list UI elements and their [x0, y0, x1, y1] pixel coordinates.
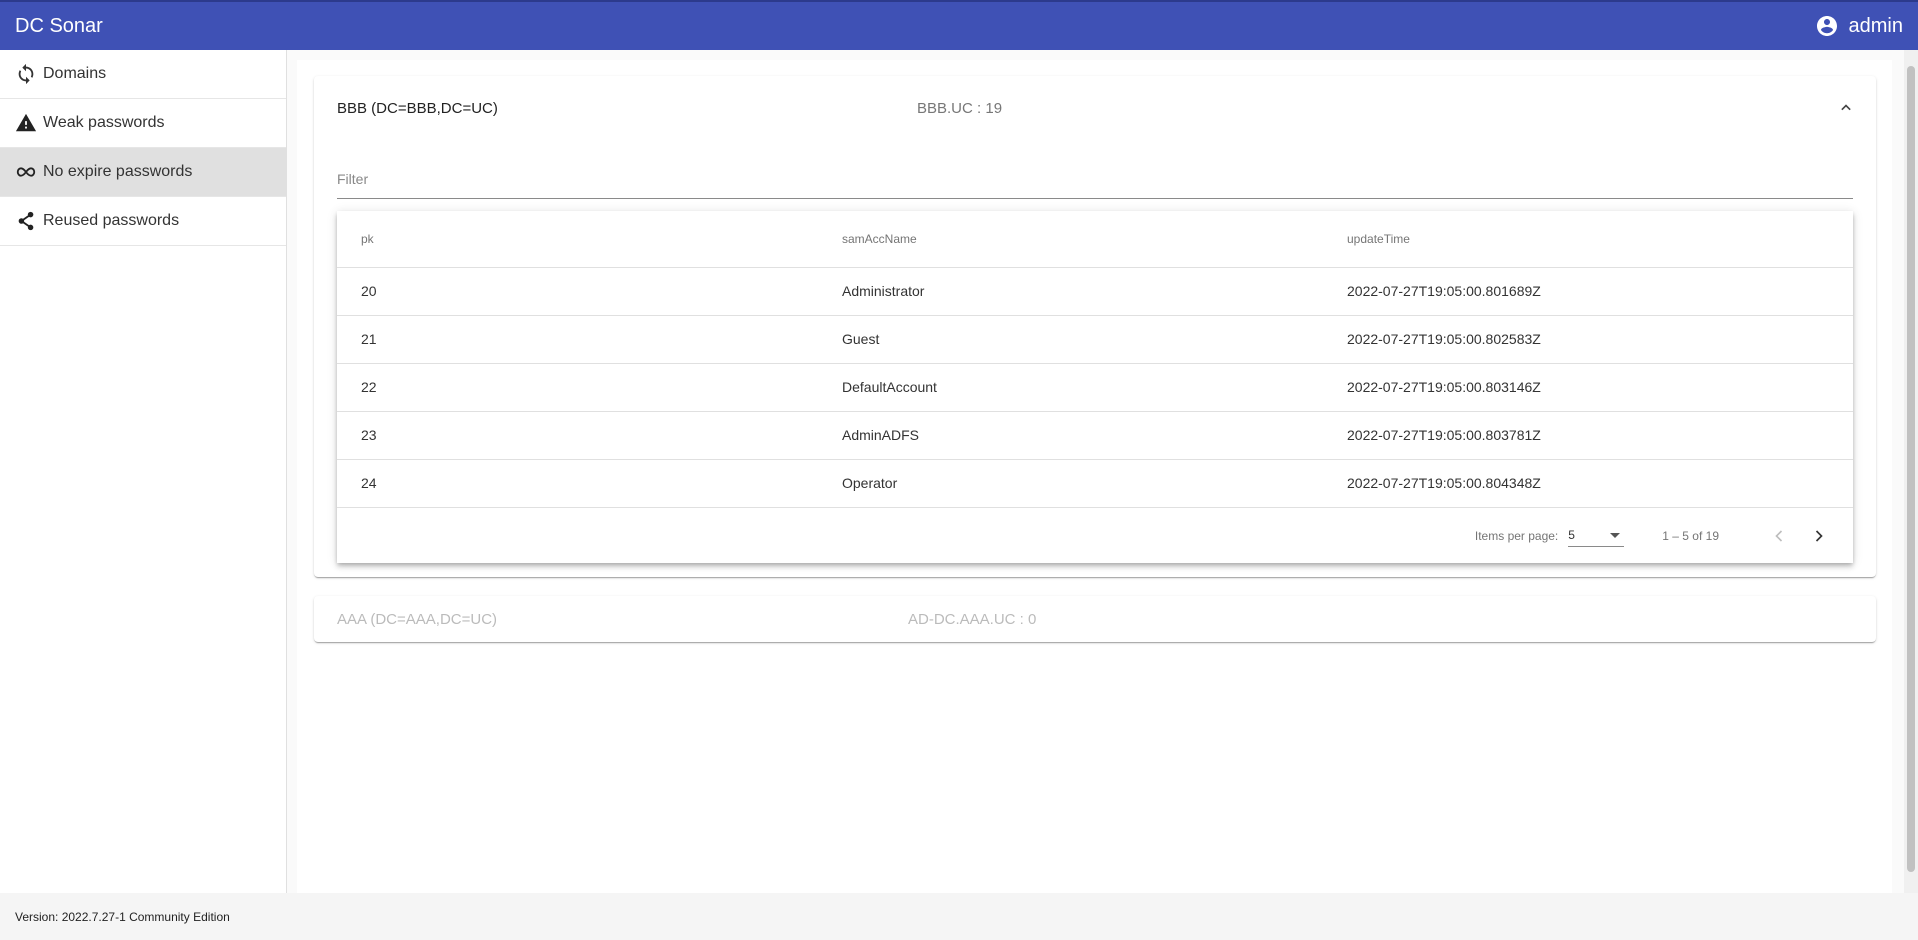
next-page-button[interactable] [1799, 516, 1839, 556]
cell-updatetime: 2022-07-27T19:05:00.803146Z [1323, 363, 1853, 412]
infinity-icon [15, 161, 37, 183]
cell-samaccname: DefaultAccount [818, 363, 1323, 412]
cell-samaccname: Guest [818, 315, 1323, 364]
sidebar-item-label: Reused passwords [43, 212, 180, 229]
scrollbar-thumb[interactable] [1907, 66, 1915, 872]
panel-title: AAA (DC=AAA,DC=UC) [337, 610, 498, 628]
panel-title: BBB (DC=BBB,DC=UC) [337, 99, 498, 117]
column-header-samaccname: samAccName [818, 211, 1323, 268]
cell-pk: 22 [337, 363, 818, 412]
sidebar-item-domains[interactable]: Domains [0, 50, 286, 99]
table-row[interactable]: 24 Operator 2022-07-27T19:05:00.804348Z [337, 459, 1853, 508]
table-row[interactable]: 22 DefaultAccount 2022-07-27T19:05:00.80… [337, 363, 1853, 412]
account-circle-icon [1816, 16, 1837, 36]
domain-panel-aaa: AAA (DC=AAA,DC=UC) AD-DC.AAA.UC : 0 [314, 596, 1876, 642]
sync-icon [15, 63, 37, 85]
paginator-range: 1 – 5 of 19 [1662, 528, 1719, 543]
cell-updatetime: 2022-07-27T19:05:00.804348Z [1323, 459, 1853, 508]
items-per-page-select[interactable]: 5 [1568, 525, 1625, 547]
cell-pk: 20 [337, 267, 818, 316]
chevron-up-icon[interactable] [1836, 98, 1856, 118]
sidebar-item-label: Domains [43, 65, 107, 82]
version-text: Version: 2022.7.27-1 Community Edition [15, 909, 230, 924]
chevron-left-icon [1775, 529, 1783, 542]
user-menu[interactable]: admin [1815, 14, 1903, 38]
column-header-updatetime: updateTime [1323, 211, 1853, 268]
cell-pk: 21 [337, 315, 818, 364]
page-scrollbar[interactable] [1904, 50, 1918, 893]
paginator: Items per page: 5 1 – 5 of 19 [337, 508, 1853, 564]
top-toolbar: DC Sonar admin [0, 0, 1918, 50]
cell-updatetime: 2022-07-27T19:05:00.802583Z [1323, 315, 1853, 364]
cell-samaccname: Operator [818, 459, 1323, 508]
domain-panel-bbb: BBB (DC=BBB,DC=UC) BBB.UC : 19 pk samAcc… [314, 76, 1876, 577]
sidebar-item-label: Weak passwords [43, 114, 165, 131]
table-row[interactable]: 21 Guest 2022-07-27T19:05:00.802583Z [337, 315, 1853, 364]
sidebar-item-weak-passwords[interactable]: Weak passwords [0, 99, 286, 148]
panel-header[interactable]: BBB (DC=BBB,DC=UC) BBB.UC : 19 [314, 76, 1876, 140]
column-header-pk: pk [337, 211, 818, 268]
filter-input[interactable] [337, 169, 1853, 187]
previous-page-button[interactable] [1759, 516, 1799, 556]
cell-samaccname: AdminADFS [818, 411, 1323, 460]
filter-field[interactable] [337, 169, 1853, 199]
users-table: pk samAccName updateTime 20 Administrato… [337, 211, 1853, 508]
cell-pk: 23 [337, 411, 818, 460]
users-table-card: pk samAccName updateTime 20 Administrato… [337, 211, 1853, 563]
items-per-page-value: 5 [1568, 528, 1575, 542]
panel-description: AD-DC.AAA.UC : 0 [908, 610, 1037, 628]
items-per-page-label: Items per page: [1474, 528, 1559, 543]
cell-pk: 24 [337, 459, 818, 508]
app-title[interactable]: DC Sonar [15, 15, 103, 38]
dropdown-caret-icon [1610, 532, 1621, 538]
sidebar-item-no-expire-passwords[interactable]: No expire passwords [0, 148, 286, 197]
share-icon [15, 210, 37, 232]
sidebar-item-label: No expire passwords [43, 163, 193, 180]
table-row[interactable]: 20 Administrator 2022-07-27T19:05:00.801… [337, 267, 1853, 316]
warning-icon [15, 112, 37, 134]
footer: Version: 2022.7.27-1 Community Edition [0, 893, 1918, 940]
panel-description: BBB.UC : 19 [917, 99, 1003, 117]
cell-samaccname: Administrator [818, 267, 1323, 316]
sidebar-item-reused-passwords[interactable]: Reused passwords [0, 197, 286, 246]
chevron-right-icon [1815, 529, 1823, 542]
table-row[interactable]: 23 AdminADFS 2022-07-27T19:05:00.803781Z [337, 411, 1853, 460]
cell-updatetime: 2022-07-27T19:05:00.803781Z [1323, 411, 1853, 460]
sidebar: Domains Weak passwords No expire passwor… [0, 50, 287, 893]
table-header-row: pk samAccName updateTime [337, 211, 1853, 268]
user-name: admin [1848, 14, 1903, 37]
cell-updatetime: 2022-07-27T19:05:00.801689Z [1323, 267, 1853, 316]
panel-header[interactable]: AAA (DC=AAA,DC=UC) AD-DC.AAA.UC : 0 [314, 596, 1876, 642]
